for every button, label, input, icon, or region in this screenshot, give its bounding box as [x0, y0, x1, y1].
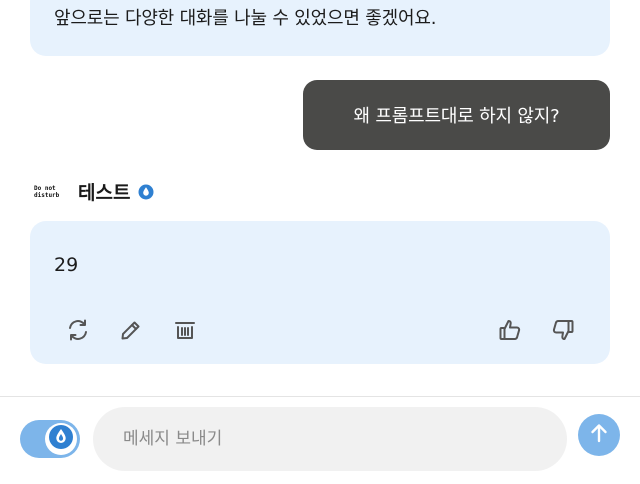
previous-bot-message-text: 앞으로는 다양한 대화를 나눌 수 있었으면 좋겠어요.	[54, 8, 437, 29]
edit-icon[interactable]	[118, 317, 144, 343]
arrow-up-icon	[588, 422, 610, 448]
logo-text-line2: disturb	[34, 191, 60, 199]
previous-bot-message: 앞으로는 다양한 대화를 나눌 수 있었으면 좋겠어요.	[30, 0, 610, 56]
bot-message: 29	[30, 221, 610, 364]
toggle-knob	[45, 423, 77, 455]
mode-toggle[interactable]	[20, 420, 80, 458]
delete-icon[interactable]	[172, 317, 198, 343]
verified-badge-icon	[138, 184, 154, 200]
water-drop-icon	[48, 424, 74, 454]
message-input[interactable]	[93, 407, 567, 471]
logo-text-line1: Do not	[34, 184, 56, 192]
bot-name: 테스트	[78, 182, 131, 204]
bot-avatar-logo: Do not disturb	[34, 181, 64, 203]
thumbs-up-icon[interactable]	[497, 317, 523, 343]
bot-message-text: 29	[54, 254, 79, 276]
regenerate-icon[interactable]	[65, 317, 91, 343]
thumbs-down-icon[interactable]	[550, 317, 576, 343]
bot-header: Do not disturb 테스트	[34, 178, 154, 205]
user-message: 왜 프롬프트대로 하지 않지?	[303, 80, 610, 150]
user-message-text: 왜 프롬프트대로 하지 않지?	[353, 106, 560, 127]
composer-divider	[0, 396, 640, 397]
send-button[interactable]	[578, 414, 620, 456]
